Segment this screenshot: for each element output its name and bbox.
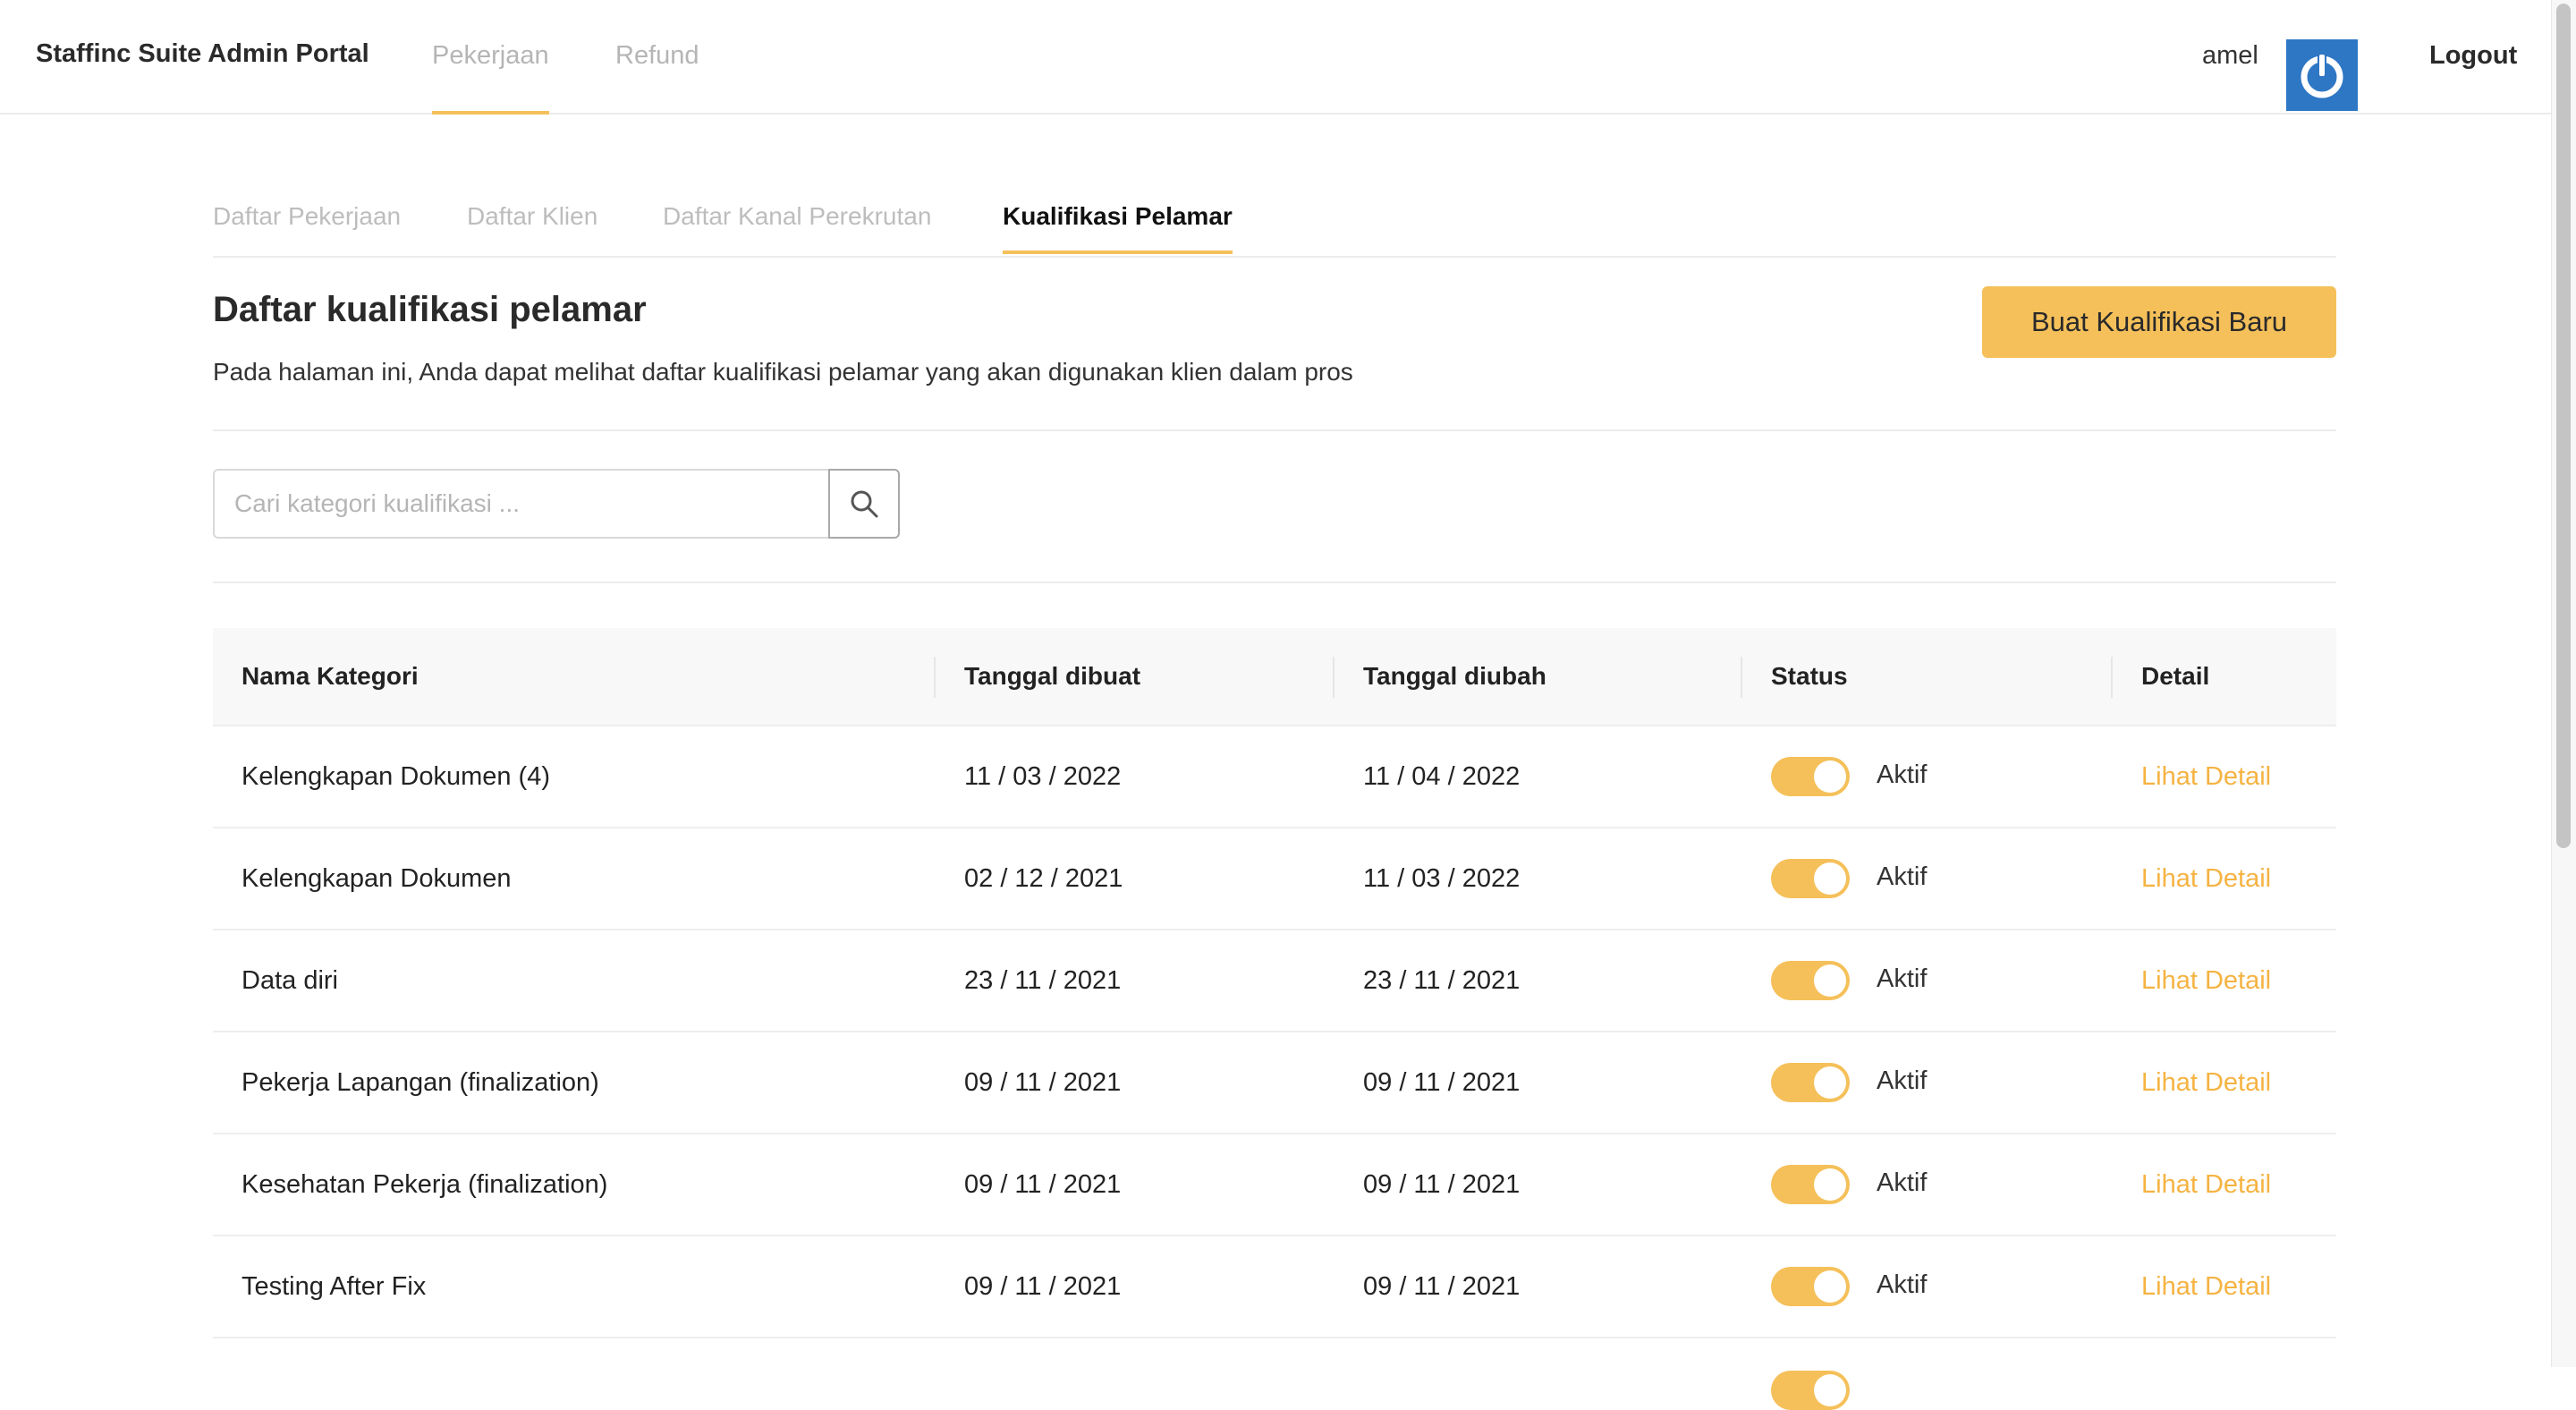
status-label: Aktif bbox=[1877, 1270, 1928, 1299]
table-header: Nama Kategori Tanggal dibuat Tanggal diu… bbox=[213, 628, 2336, 726]
status-label: Aktif bbox=[1877, 1066, 1928, 1095]
status-label: Aktif bbox=[1877, 760, 1928, 789]
page-description: Pada halaman ini, Anda dapat melihat daf… bbox=[213, 358, 1353, 386]
status-toggle[interactable] bbox=[1771, 1371, 1850, 1410]
cell-created: 09 / 11 / 2021 bbox=[964, 1170, 1122, 1199]
toggle-knob bbox=[1814, 1374, 1846, 1406]
status-label: Aktif bbox=[1877, 862, 1928, 891]
create-qualification-button[interactable]: Buat Kualifikasi Baru bbox=[1982, 286, 2336, 358]
logout-link[interactable]: Logout bbox=[2429, 41, 2517, 71]
cell-created: 09 / 11 / 2021 bbox=[964, 1272, 1122, 1301]
table-row: Data diri 23 / 11 / 2021 23 / 11 / 2021 … bbox=[213, 930, 2336, 1032]
search-icon bbox=[851, 490, 878, 518]
cell-created: 09 / 11 / 2021 bbox=[964, 1068, 1122, 1097]
cell-updated: 23 / 11 / 2021 bbox=[1363, 966, 1521, 995]
nav-refund[interactable]: Refund bbox=[615, 41, 699, 71]
status-label: Aktif bbox=[1877, 964, 1928, 993]
column-separator bbox=[1741, 657, 1742, 698]
tab-daftar-klien[interactable]: Daftar Klien bbox=[467, 202, 597, 231]
scrollbar-thumb[interactable] bbox=[2556, 4, 2571, 848]
header-detail[interactable]: Detail bbox=[2141, 662, 2209, 691]
column-separator bbox=[2111, 657, 2113, 698]
divider bbox=[213, 429, 2336, 431]
search-button[interactable] bbox=[828, 469, 900, 539]
status-toggle[interactable] bbox=[1771, 1165, 1850, 1204]
table-row: Kesehatan Pekerja (finalization) 09 / 11… bbox=[213, 1134, 2336, 1236]
column-separator bbox=[1333, 657, 1335, 698]
cell-created: 11 / 03 / 2022 bbox=[964, 762, 1122, 791]
cell-updated: 09 / 11 / 2021 bbox=[1363, 1272, 1521, 1301]
cell-name: Kelengkapan Dokumen (4) bbox=[242, 762, 550, 791]
cell-created: 02 / 12 / 2021 bbox=[964, 864, 1123, 893]
header-tanggal-diubah[interactable]: Tanggal diubah bbox=[1363, 662, 1546, 691]
table-row: Testing After Fix 09 / 11 / 2021 09 / 11… bbox=[213, 1236, 2336, 1338]
cell-name: Data diri bbox=[242, 966, 338, 995]
toggle-knob bbox=[1814, 1270, 1846, 1303]
toggle-knob bbox=[1814, 1168, 1846, 1201]
tab-daftar-kanal-perekrutan[interactable]: Daftar Kanal Perekrutan bbox=[663, 202, 931, 231]
toggle-knob bbox=[1814, 1066, 1846, 1099]
toggle-knob bbox=[1814, 964, 1846, 997]
tab-kualifikasi-pelamar[interactable]: Kualifikasi Pelamar bbox=[1003, 202, 1233, 254]
status-toggle[interactable] bbox=[1771, 1063, 1850, 1102]
brand-title[interactable]: Staffinc Suite Admin Portal bbox=[36, 39, 369, 69]
header-tanggal-dibuat[interactable]: Tanggal dibuat bbox=[964, 662, 1140, 691]
table-row: Pekerja Lapangan (finalization) 09 / 11 … bbox=[213, 1032, 2336, 1134]
cell-updated: 09 / 11 / 2021 bbox=[1363, 1170, 1521, 1199]
cell-name: Pekerja Lapangan (finalization) bbox=[242, 1068, 599, 1097]
tab-daftar-pekerjaan[interactable]: Daftar Pekerjaan bbox=[213, 202, 401, 231]
avatar[interactable] bbox=[2286, 39, 2358, 111]
header-nama-kategori[interactable]: Nama Kategori bbox=[242, 662, 419, 691]
detail-link[interactable]: Lihat Detail bbox=[2141, 1170, 2271, 1200]
status-toggle[interactable] bbox=[1771, 757, 1850, 796]
toggle-knob bbox=[1814, 760, 1846, 793]
detail-link[interactable]: Lihat Detail bbox=[2141, 1272, 2271, 1302]
tabs-divider bbox=[213, 256, 2336, 258]
divider bbox=[213, 582, 2336, 583]
cell-updated: 11 / 04 / 2022 bbox=[1363, 762, 1521, 791]
cell-updated: 09 / 11 / 2021 bbox=[1363, 1068, 1521, 1097]
table-row-partial bbox=[213, 1338, 2336, 1410]
qualification-table: Nama Kategori Tanggal dibuat Tanggal diu… bbox=[213, 628, 2336, 1410]
status-label: Aktif bbox=[1877, 1168, 1928, 1197]
toggle-knob bbox=[1814, 862, 1846, 895]
username: amel bbox=[2202, 41, 2258, 70]
power-icon bbox=[2301, 53, 2343, 98]
detail-link[interactable]: Lihat Detail bbox=[2141, 1068, 2271, 1098]
table-row: Kelengkapan Dokumen 02 / 12 / 2021 11 / … bbox=[213, 828, 2336, 930]
cell-name: Kelengkapan Dokumen bbox=[242, 864, 512, 893]
header-status[interactable]: Status bbox=[1771, 662, 1848, 691]
detail-link[interactable]: Lihat Detail bbox=[2141, 966, 2271, 996]
search-input[interactable] bbox=[213, 469, 828, 539]
nav-pekerjaan[interactable]: Pekerjaan bbox=[432, 41, 549, 115]
cell-name: Testing After Fix bbox=[242, 1272, 427, 1301]
column-separator bbox=[934, 657, 936, 698]
page-title: Daftar kualifikasi pelamar bbox=[213, 290, 647, 329]
cell-created: 23 / 11 / 2021 bbox=[964, 966, 1122, 995]
detail-link[interactable]: Lihat Detail bbox=[2141, 864, 2271, 894]
status-toggle[interactable] bbox=[1771, 961, 1850, 1000]
status-toggle[interactable] bbox=[1771, 1267, 1850, 1306]
detail-link[interactable]: Lihat Detail bbox=[2141, 762, 2271, 792]
top-navbar: Staffinc Suite Admin Portal Pekerjaan Re… bbox=[0, 0, 2551, 115]
table-row: Kelengkapan Dokumen (4) 11 / 03 / 2022 1… bbox=[213, 726, 2336, 828]
cell-name: Kesehatan Pekerja (finalization) bbox=[242, 1170, 608, 1199]
cell-updated: 11 / 03 / 2022 bbox=[1363, 864, 1521, 893]
status-toggle[interactable] bbox=[1771, 859, 1850, 898]
